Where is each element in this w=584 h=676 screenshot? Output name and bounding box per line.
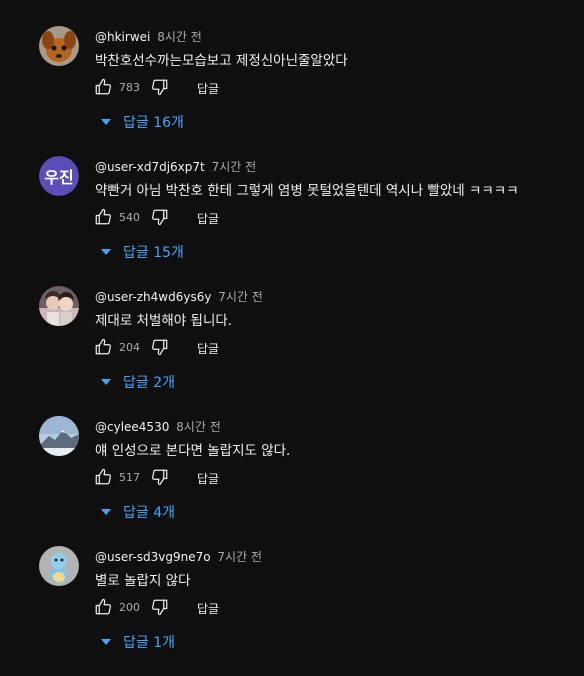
comment-author[interactable]: @user-xd7dj6xp7t xyxy=(95,160,205,174)
comment-item: @user-sd3vg9ne7o 7시간 전 별로 놀랍지 않다 200 답글 … xyxy=(0,546,584,676)
comment-meta: @cylee4530 8시간 전 xyxy=(95,418,221,435)
comment-meta: @user-sd3vg9ne7o 7시간 전 xyxy=(95,548,262,565)
reply-button[interactable]: 답글 xyxy=(197,470,219,487)
replies-label: 답글 16개 xyxy=(123,115,184,131)
comment-text: 제대로 처벌해야 됩니다. xyxy=(95,313,233,329)
dislike-icon[interactable] xyxy=(151,208,169,226)
avatar[interactable]: 우진 xyxy=(39,156,79,196)
reply-button[interactable]: 답글 xyxy=(197,80,219,97)
avatar[interactable] xyxy=(39,416,79,456)
like-count: 540 xyxy=(119,211,140,224)
comment-item: @cylee4530 8시간 전 얘 인성으로 본다면 놀랍지도 않다. 517… xyxy=(0,416,584,546)
replies-toggle[interactable]: 답글 16개 xyxy=(101,112,184,131)
like-count: 200 xyxy=(119,601,140,614)
comment-text: 얘 인성으로 본다면 놀랍지도 않다. xyxy=(95,443,291,459)
like-icon[interactable] xyxy=(94,78,112,96)
caret-down-icon xyxy=(101,249,111,255)
like-icon[interactable] xyxy=(94,208,112,226)
comment-actions: 517 답글 xyxy=(94,468,294,488)
comment-author[interactable]: @cylee4530 xyxy=(95,420,169,434)
comment-time[interactable]: 7시간 전 xyxy=(217,550,262,564)
comment-author[interactable]: @user-zh4wd6ys6y xyxy=(95,290,211,304)
comment-actions: 540 답글 xyxy=(94,208,294,228)
caret-down-icon xyxy=(101,379,111,385)
replies-toggle[interactable]: 답글 15개 xyxy=(101,242,184,261)
comment-time[interactable]: 8시간 전 xyxy=(157,30,202,44)
comment-actions: 204 답글 xyxy=(94,338,294,358)
like-icon[interactable] xyxy=(94,598,112,616)
avatar-initials: 우진 xyxy=(39,156,79,196)
avatar[interactable] xyxy=(39,26,79,66)
comment-text: 박찬호선수까는모습보고 제정신아닌줄알았다 xyxy=(95,53,348,69)
replies-toggle[interactable]: 답글 1개 xyxy=(101,632,175,651)
comment-meta: @user-xd7dj6xp7t 7시간 전 xyxy=(95,158,256,175)
like-icon[interactable] xyxy=(94,338,112,356)
comment-time[interactable]: 7시간 전 xyxy=(218,290,263,304)
reply-button[interactable]: 답글 xyxy=(197,210,219,227)
caret-down-icon xyxy=(101,509,111,515)
caret-down-icon xyxy=(101,119,111,125)
comment-text: 별로 놀랍지 않다 xyxy=(95,573,191,589)
comment-item: 우진 @user-xd7dj6xp7t 7시간 전 약빤거 아님 박찬호 한테 … xyxy=(0,156,584,286)
replies-toggle[interactable]: 답글 2개 xyxy=(101,372,175,391)
replies-label: 답글 1개 xyxy=(123,635,175,651)
comment-actions: 783 답글 xyxy=(94,78,294,98)
dislike-icon[interactable] xyxy=(151,338,169,356)
comment-item: @user-zh4wd6ys6y 7시간 전 제대로 처벌해야 됩니다. 204… xyxy=(0,286,584,416)
dislike-icon[interactable] xyxy=(151,78,169,96)
replies-label: 답글 2개 xyxy=(123,375,175,391)
reply-button[interactable]: 답글 xyxy=(197,600,219,617)
comment-meta: @user-zh4wd6ys6y 7시간 전 xyxy=(95,288,263,305)
replies-label: 답글 4개 xyxy=(123,505,175,521)
caret-down-icon xyxy=(101,639,111,645)
comment-time[interactable]: 8시간 전 xyxy=(176,420,221,434)
comment-time[interactable]: 7시간 전 xyxy=(212,160,257,174)
like-count: 517 xyxy=(119,471,140,484)
avatar[interactable] xyxy=(39,546,79,586)
like-count: 204 xyxy=(119,341,140,354)
comment-actions: 200 답글 xyxy=(94,598,294,618)
comment-author[interactable]: @hkirwei xyxy=(95,30,150,44)
like-count: 783 xyxy=(119,81,140,94)
comment-author[interactable]: @user-sd3vg9ne7o xyxy=(95,550,211,564)
comment-meta: @hkirwei 8시간 전 xyxy=(95,28,202,45)
dislike-icon[interactable] xyxy=(151,598,169,616)
replies-label: 답글 15개 xyxy=(123,245,184,261)
comment-item: @hkirwei 8시간 전 박찬호선수까는모습보고 제정신아닌줄알았다 783… xyxy=(0,26,584,156)
avatar[interactable] xyxy=(39,286,79,326)
replies-toggle[interactable]: 답글 4개 xyxy=(101,502,175,521)
like-icon[interactable] xyxy=(94,468,112,486)
comment-text: 약빤거 아님 박찬호 한테 그렇게 염병 못털었을텐데 역시나 빨았네 ㅋㅋㅋㅋ xyxy=(95,183,519,199)
dislike-icon[interactable] xyxy=(151,468,169,486)
reply-button[interactable]: 답글 xyxy=(197,340,219,357)
